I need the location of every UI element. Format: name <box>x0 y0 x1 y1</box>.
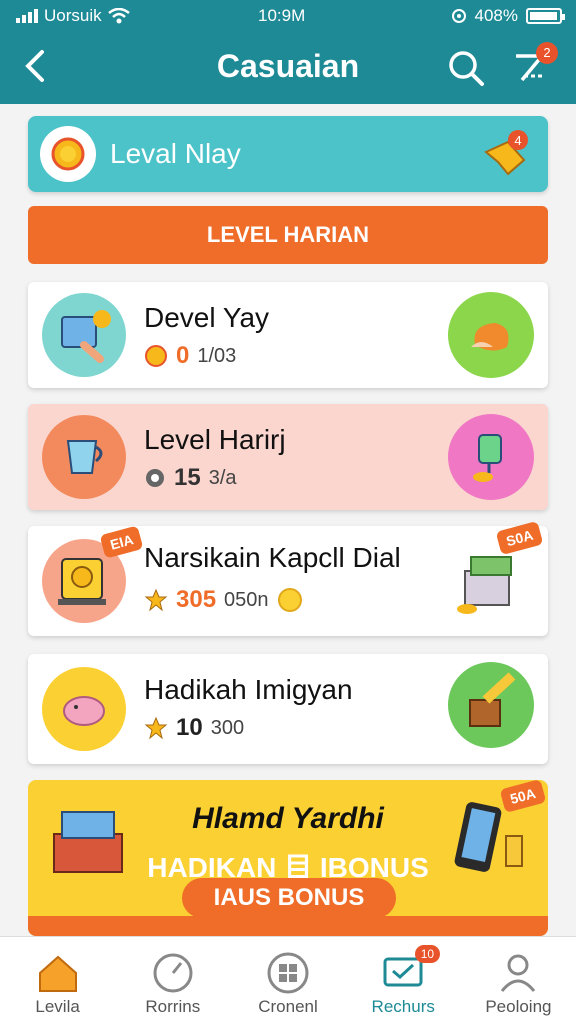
sun-coin-icon <box>40 126 96 182</box>
search-button[interactable] <box>446 48 486 88</box>
card-unit: 050n <box>224 588 269 611</box>
bonus-button[interactable]: IAUS BONUS <box>182 878 396 918</box>
carrier-label: Uorsuik <box>44 6 102 25</box>
card-stats: 10 300 <box>144 714 244 742</box>
card-value: 0 <box>176 342 190 369</box>
battery-icon <box>526 8 565 24</box>
gift-bag-icon <box>448 414 534 500</box>
home-icon <box>38 955 77 992</box>
tab-cronenl[interactable]: Cronenl <box>230 937 345 1025</box>
clock: 10:9M <box>258 6 306 25</box>
task-card[interactable]: EIA Narsikain Kapcll Dial 305 050n S0A <box>28 520 548 636</box>
card-tag: EIA <box>99 525 144 559</box>
peach-icon <box>448 292 534 378</box>
card-unit: 300 <box>210 716 245 739</box>
card-title: Level Harirj <box>144 424 286 455</box>
tab-badge: 10 <box>414 945 441 963</box>
cup-icon <box>42 415 126 499</box>
money-basket-icon <box>448 662 534 748</box>
tab-label: Rechurs <box>371 997 435 1016</box>
cash-box-icon <box>448 538 534 624</box>
app-header: Uorsuik 10:9M 408% Casuaian 2 <box>0 0 576 104</box>
signal-icon <box>16 9 38 23</box>
task-card[interactable]: Level Harirj 15 3/a <box>28 404 548 510</box>
tab-rechurs[interactable]: 10 Rechurs <box>346 937 461 1025</box>
task-card[interactable]: Hadikah Imigyan 10 300 <box>28 654 548 764</box>
location-icon <box>451 9 466 23</box>
phone-icon <box>454 802 523 872</box>
piggy-bank-icon <box>42 667 126 751</box>
status-bar: Uorsuik 10:9M 408% <box>0 6 576 28</box>
level-play-banner[interactable]: Leval Nlay 4 <box>28 116 548 192</box>
star-badge: 4 <box>514 133 521 148</box>
bottom-tab-bar: Levila Rorrins Cronenl 10 Rechurs Peoloi… <box>0 936 576 1025</box>
notification-badge: 2 <box>536 42 558 64</box>
tab-rorrins[interactable]: Rorrins <box>115 937 230 1025</box>
card-title: Narsikain Kapcll Dial <box>144 542 401 573</box>
person-icon <box>501 954 536 992</box>
card-title: Devel Yay <box>144 302 270 333</box>
card-unit: 3/a <box>208 466 237 489</box>
tab-label: Peoloing <box>485 997 552 1016</box>
card-stats: 305 050n <box>144 586 303 614</box>
tab-peoloing[interactable]: Peoloing <box>461 937 576 1025</box>
bonus-strip <box>28 916 548 936</box>
level-harian-button[interactable]: LEVEL HARIAN <box>28 206 548 264</box>
star-icon <box>144 588 168 612</box>
tab-label: Levila <box>35 997 80 1016</box>
nav-bar: Casuaian 2 <box>0 40 576 96</box>
tab-label: Cronenl <box>258 997 318 1016</box>
clock-icon <box>153 953 193 993</box>
grid-icon <box>267 952 309 994</box>
tab-label: Rorrins <box>145 997 201 1016</box>
card-stats: 0 1/03 <box>144 342 236 370</box>
tablet-icon <box>42 293 126 377</box>
search-icon <box>449 51 484 86</box>
task-card[interactable]: Devel Yay 0 1/03 <box>28 282 548 388</box>
battery-percent: 408% <box>474 6 518 25</box>
card-stats: 15 3/a <box>144 464 237 492</box>
wifi-icon <box>107 8 130 24</box>
card-value: 305 <box>176 586 217 613</box>
bonus-banner[interactable]: Hlamd Yardhi HADIKAN 目 IBONUS IAUS BONUS… <box>28 780 548 936</box>
tab-levila[interactable]: Levila <box>0 937 115 1025</box>
card-title: Hadikah Imigyan <box>144 674 353 705</box>
page-title: Casuaian <box>216 48 360 84</box>
shield-coin-icon <box>145 345 167 367</box>
card-unit: 1/03 <box>197 344 237 367</box>
location-pin-icon <box>146 469 164 487</box>
level-play-label: Leval Nlay <box>110 138 241 169</box>
coin-icon <box>277 588 302 612</box>
star-icon <box>144 716 168 740</box>
notifications-button[interactable]: 2 <box>510 42 558 90</box>
card-value: 10 <box>176 714 203 741</box>
card-tag: S0A <box>495 520 544 556</box>
card-value: 15 <box>174 464 201 491</box>
star-icon: 4 <box>478 128 532 182</box>
